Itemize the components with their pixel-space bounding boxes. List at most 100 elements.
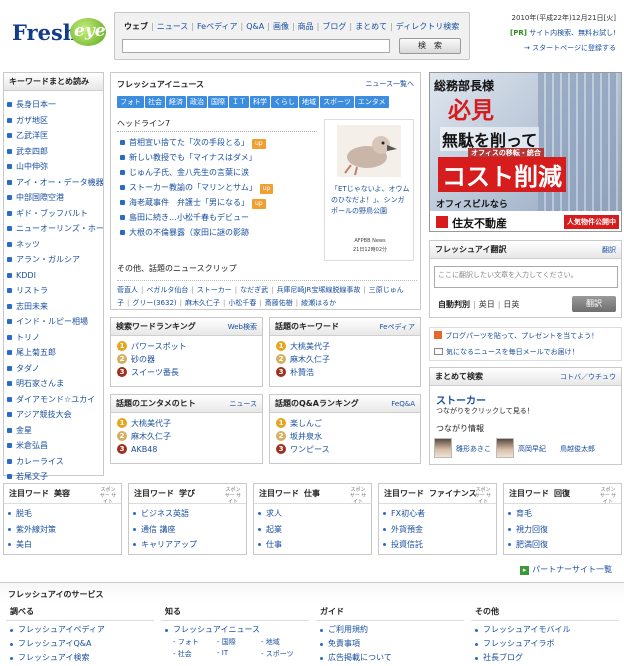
service-item[interactable]: フレッシュアイペディア: [6, 623, 154, 637]
news-photo[interactable]: [337, 125, 401, 177]
rank4-more[interactable]: FeQ&A: [391, 395, 415, 413]
keyword-item[interactable]: KDDI: [4, 268, 103, 284]
keyword-item[interactable]: リストラ: [4, 283, 103, 299]
ranking-item[interactable]: 3 ワンピース: [274, 443, 420, 456]
search-button[interactable]: 検 索: [399, 38, 461, 54]
headline-item[interactable]: 大根の不倫暴露（家田に謎の影跡: [117, 225, 322, 240]
news-category-tab[interactable]: スポーツ: [320, 96, 354, 108]
keyword-item[interactable]: アジア競技大会: [4, 407, 103, 423]
partner-link[interactable]: ▸ パートナーサイト一覧: [520, 564, 612, 575]
translate-mode-1[interactable]: 英日: [479, 300, 495, 309]
clip-item[interactable]: なだぎ武: [240, 286, 268, 294]
search-tab-0[interactable]: ウェブ: [124, 22, 148, 31]
service-sub-item[interactable]: - 社会: [173, 649, 192, 659]
clip-item[interactable]: ストーカー: [197, 286, 232, 294]
service-item[interactable]: フレッシュアイQ&A: [6, 637, 154, 651]
keyword-item[interactable]: 明石家さんま: [4, 376, 103, 392]
keyword-item[interactable]: 山中伸弥: [4, 159, 103, 175]
promo-item-2[interactable]: 気になるニュースを毎日メールでお届け！: [434, 347, 579, 357]
news-category-tab[interactable]: くらし: [271, 96, 298, 108]
attention-item[interactable]: 視力回復: [504, 522, 621, 538]
ad-banner[interactable]: 総務部長様 必見 無駄を削って オフィスの移転・統合 コスト削減 オフィスビルな…: [429, 72, 622, 232]
service-item[interactable]: フレッシュアイラボ: [471, 637, 619, 651]
keyword-item[interactable]: アラン・ガルシア: [4, 252, 103, 268]
translate-mode-2[interactable]: 日英: [503, 300, 519, 309]
keyword-item[interactable]: インド・ルピー相場: [4, 314, 103, 330]
search-tab-2[interactable]: Feペディア: [197, 22, 238, 31]
clip-item[interactable]: 小松千春: [228, 299, 256, 307]
attention-item[interactable]: 脱毛: [4, 506, 121, 522]
keyword-item[interactable]: アイ・オー・データ機器: [4, 175, 103, 191]
service-item[interactable]: 免責事項: [316, 637, 464, 651]
attention-item[interactable]: 育毛: [504, 506, 621, 522]
clip-item[interactable]: グリー(3632): [132, 299, 176, 307]
headline-item[interactable]: 首相宣い捨てた「次の手段とる」 up: [117, 135, 322, 150]
ranking-item[interactable]: 2 砂の器: [115, 353, 262, 366]
keyword-item[interactable]: 乙武洋匡: [4, 128, 103, 144]
clip-item[interactable]: 麻木久仁子: [185, 299, 220, 307]
headline-item[interactable]: 海老蔵事件 弁護士「男になる」 up: [117, 195, 322, 210]
attention-item[interactable]: 美白: [4, 537, 121, 553]
attention-item[interactable]: キャリアアップ: [129, 537, 246, 553]
ranking-item[interactable]: 1 大桃美代子: [274, 340, 420, 353]
pr-link[interactable]: サイト内検索、無料お試し!: [529, 29, 616, 37]
attention-item[interactable]: 求人: [254, 506, 371, 522]
news-category-tab[interactable]: 社会: [145, 96, 165, 108]
ad-cta[interactable]: 人気物件公開中: [564, 215, 619, 229]
headline-item[interactable]: ストーカー教諭の「マリンとサム」 up: [117, 180, 322, 195]
attention-item[interactable]: 外貨預金: [379, 522, 496, 538]
service-item[interactable]: ご利用規約: [316, 623, 464, 637]
attention-item[interactable]: 紫外線対策: [4, 522, 121, 538]
news-category-tab[interactable]: エンタメ: [354, 96, 389, 108]
service-sub-item[interactable]: - 国際: [217, 637, 236, 647]
headline-item[interactable]: 島田に続き…小松千春もデビュー: [117, 210, 322, 225]
translate-mode-0[interactable]: 自動判別: [438, 300, 470, 309]
attention-item[interactable]: 肥満回復: [504, 537, 621, 553]
clip-item[interactable]: ベガルタ仙台: [146, 286, 188, 294]
keyword-item[interactable]: ガザ地区: [4, 113, 103, 129]
headline-item[interactable]: 新しい教授でも「マイナスはダメ」: [117, 150, 322, 165]
start-page-link[interactable]: → スタートページに登録する: [524, 43, 616, 53]
keyword-item[interactable]: 武幸四郎: [4, 144, 103, 160]
news-more-link[interactable]: ニュース一覧へ: [365, 79, 414, 89]
keyword-item[interactable]: 尾上菊五郎: [4, 345, 103, 361]
promo-item-1[interactable]: ブログパーツを貼って、プレゼントを当てよう！: [434, 331, 598, 341]
attention-item[interactable]: 仕事: [254, 537, 371, 553]
service-sub-item[interactable]: - IT: [217, 649, 228, 657]
ranking-item[interactable]: 3 朴贊浩: [274, 366, 420, 379]
service-item[interactable]: フレッシュアイニュース: [161, 623, 309, 637]
service-sub-item[interactable]: - 地域: [261, 637, 280, 647]
keyword-item[interactable]: カレーライス: [4, 454, 103, 470]
service-item[interactable]: フレッシュアイモバイル: [471, 623, 619, 637]
service-sub-item[interactable]: - スポーツ: [261, 649, 294, 659]
news-category-tab[interactable]: フォト: [117, 96, 144, 108]
news-category-tab[interactable]: ＩＴ: [229, 96, 249, 108]
search-tab-7[interactable]: まとめて: [355, 22, 387, 31]
translate-textarea[interactable]: ここに翻訳したい文章を入力してください。: [434, 266, 618, 288]
keyword-item[interactable]: タダノ: [4, 361, 103, 377]
ranking-item[interactable]: 1 大桃美代子: [115, 417, 262, 430]
attention-item[interactable]: 投資信託: [379, 537, 496, 553]
ranking-item[interactable]: 2 麻木久仁子: [115, 430, 262, 443]
rank3-more[interactable]: ニュース: [229, 395, 257, 413]
keyword-item[interactable]: 中部国際空港: [4, 190, 103, 206]
service-sub-item[interactable]: - フォト: [173, 637, 199, 647]
clip-item[interactable]: 菅直人: [117, 286, 138, 294]
search-tab-6[interactable]: ブログ: [322, 22, 346, 31]
service-item[interactable]: 社長ブログ: [471, 651, 619, 665]
service-item[interactable]: フレッシュアイ検索: [6, 651, 154, 665]
search-tab-8[interactable]: ディレクトリ検索: [396, 22, 459, 31]
attention-item[interactable]: FX初心者: [379, 506, 496, 522]
matome-more[interactable]: コトバ／ウチュウ: [560, 368, 616, 386]
clip-item[interactable]: 綾瀬はるか: [301, 299, 336, 307]
keyword-item[interactable]: 志田未来: [4, 299, 103, 315]
ranking-item[interactable]: 3 スイーツ番長: [115, 366, 262, 379]
attention-item[interactable]: 起業: [254, 522, 371, 538]
headline-item[interactable]: じゅん子氏、金八先生の言葉に涙: [117, 165, 322, 180]
keyword-item[interactable]: ダイアモンド☆ユカイ: [4, 392, 103, 408]
clip-item[interactable]: 斎藤佑樹: [265, 299, 293, 307]
logo[interactable]: Fresh eye: [12, 18, 108, 50]
news-category-tab[interactable]: 科学: [250, 96, 270, 108]
service-item[interactable]: 広告掲載について: [316, 651, 464, 665]
keyword-item[interactable]: トリノ: [4, 330, 103, 346]
